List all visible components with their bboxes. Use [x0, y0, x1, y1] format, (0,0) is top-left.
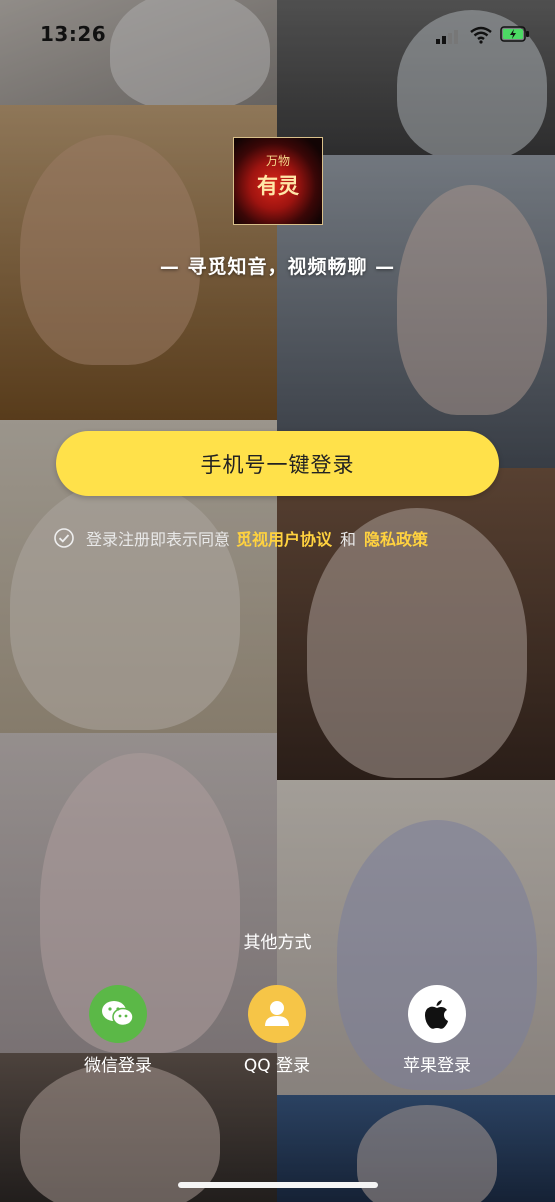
- status-bar: 13:26: [0, 0, 555, 66]
- battery-icon: [500, 26, 529, 42]
- apple-icon[interactable]: [408, 985, 466, 1043]
- logo-text-small: 万物: [265, 154, 290, 168]
- apple-login[interactable]: 苹果登录: [382, 985, 492, 1076]
- signal-icon: [436, 30, 458, 44]
- logo-text-big: 有灵: [257, 174, 299, 198]
- slogan: — 寻觅知音，视频畅聊 —: [159, 256, 396, 278]
- agreement-row: 登录注册即表示同意 觅视用户协议 和 隐私政策: [54, 526, 428, 550]
- home-indicator[interactable]: [178, 1182, 378, 1188]
- apple-login-label: 苹果登录: [403, 1056, 471, 1076]
- privacy-policy-link[interactable]: 隐私政策: [364, 526, 428, 550]
- phone-login-button[interactable]: 手机号一键登录: [56, 431, 499, 496]
- status-time: 13:26: [40, 22, 107, 46]
- wechat-login[interactable]: 微信登录: [63, 985, 173, 1076]
- app-logo: 万物 有灵: [233, 137, 323, 225]
- agreement-prefix: 登录注册即表示同意: [86, 530, 231, 549]
- other-methods-title: 其他方式: [243, 933, 312, 953]
- wechat-icon[interactable]: [89, 985, 147, 1043]
- user-agreement-link[interactable]: 觅视用户协议: [236, 526, 332, 550]
- qq-icon[interactable]: [248, 985, 306, 1043]
- agreement-and: 和: [340, 530, 357, 549]
- wechat-login-label: 微信登录: [84, 1056, 152, 1076]
- wifi-icon: [470, 26, 492, 44]
- qq-login-label: QQ 登录: [243, 1056, 311, 1076]
- checkmark-icon[interactable]: [54, 528, 74, 548]
- qq-login[interactable]: QQ 登录: [222, 985, 332, 1076]
